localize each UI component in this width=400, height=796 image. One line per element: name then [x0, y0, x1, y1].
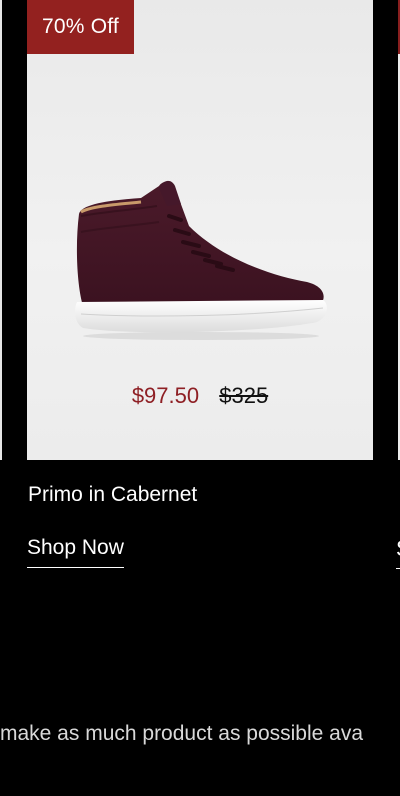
sale-price: $97.50 — [131, 383, 200, 408]
marquee-text: make as much product as possible ava — [0, 722, 364, 745]
high-top-sneaker-image[interactable] — [71, 176, 331, 342]
product-card[interactable]: 70% Off $97.50 $325 — [27, 0, 373, 460]
price-row: $97.50 $325 — [27, 378, 373, 414]
shop-now-link[interactable]: Shop Now — [27, 533, 124, 568]
product-title[interactable]: Primo in Cabernet — [28, 480, 197, 510]
discount-badge: 70% Off — [27, 0, 134, 54]
product-carousel-page: 70% Off $97.50 $325 Primo in Cabernet Sh… — [0, 0, 400, 796]
next-shop-now-underline — [396, 540, 400, 569]
original-price: $325 — [219, 383, 269, 408]
previous-product-card-edge[interactable] — [0, 0, 2, 460]
